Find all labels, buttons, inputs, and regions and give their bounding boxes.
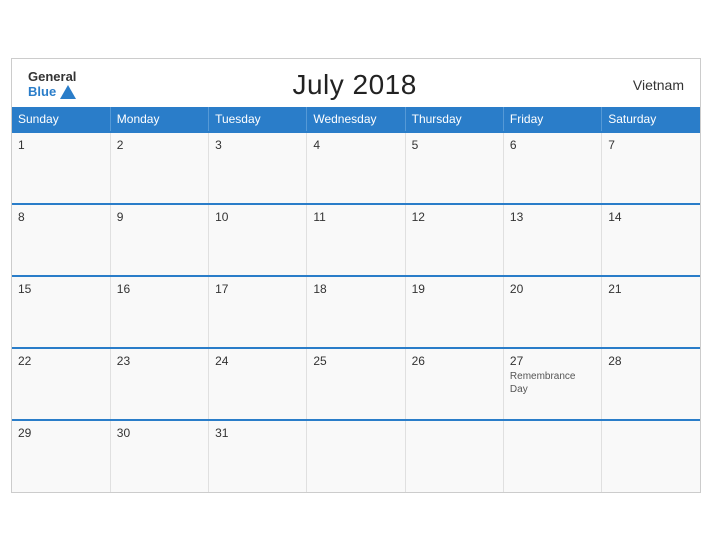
calendar-cell: 27 Remembrance Day [503, 348, 601, 420]
calendar-cell: 29 [12, 420, 110, 492]
day-number: 15 [18, 282, 104, 296]
holiday-label: Remembrance Day [510, 370, 595, 396]
calendar-cell: 21 [602, 276, 700, 348]
calendar-cell: 20 [503, 276, 601, 348]
calendar-week-row: 89 10 11 12 13 14 [12, 204, 700, 276]
day-number: 13 [510, 210, 595, 224]
calendar-title: July 2018 [292, 69, 416, 101]
calendar-cell: 4 [307, 132, 405, 204]
day-number: 8 [18, 210, 104, 224]
day-header-monday: Monday [110, 107, 208, 132]
calendar-cell: 25 [307, 348, 405, 420]
calendar-cell: 8 [12, 204, 110, 276]
calendar-cell: 31 [209, 420, 307, 492]
day-number: 4 [313, 138, 398, 152]
day-number: 12 [412, 210, 497, 224]
day-number: 28 [608, 354, 694, 368]
day-number: 29 [18, 426, 104, 440]
calendar-cell: 2 [110, 132, 208, 204]
day-number: 11 [313, 210, 398, 224]
calendar-cell: 26 [405, 348, 503, 420]
calendar-cell: 16 [110, 276, 208, 348]
calendar-week-row: 29 30 31 [12, 420, 700, 492]
calendar-cell: 23 [110, 348, 208, 420]
calendar-cell: 9 [110, 204, 208, 276]
day-number: 7 [608, 138, 694, 152]
calendar-cell: 14 [602, 204, 700, 276]
logo-triangle-icon [60, 85, 76, 99]
day-number: 14 [608, 210, 694, 224]
calendar-cell: 1 [12, 132, 110, 204]
calendar-cell: 24 [209, 348, 307, 420]
day-number: 18 [313, 282, 398, 296]
day-number: 31 [215, 426, 300, 440]
day-number: 24 [215, 354, 300, 368]
calendar-cell [307, 420, 405, 492]
calendar-cell: 13 [503, 204, 601, 276]
day-header-tuesday: Tuesday [209, 107, 307, 132]
day-number: 22 [18, 354, 104, 368]
day-number: 3 [215, 138, 300, 152]
calendar-header: General Blue July 2018 Vietnam [12, 59, 700, 107]
day-number: 25 [313, 354, 398, 368]
calendar-cell: 30 [110, 420, 208, 492]
day-header-saturday: Saturday [602, 107, 700, 132]
calendar-cell: 19 [405, 276, 503, 348]
calendar-cell: 6 [503, 132, 601, 204]
calendar-week-row: 1234567 [12, 132, 700, 204]
day-number: 16 [117, 282, 202, 296]
day-number: 1 [18, 138, 104, 152]
calendar-cell: 7 [602, 132, 700, 204]
calendar-week-row: 15 16 17 18 19 20 21 [12, 276, 700, 348]
day-header-wednesday: Wednesday [307, 107, 405, 132]
day-number: 27 [510, 354, 595, 368]
logo-blue-text: Blue [28, 85, 56, 99]
day-number: 6 [510, 138, 595, 152]
day-number: 9 [117, 210, 202, 224]
calendar-cell: 12 [405, 204, 503, 276]
day-number: 2 [117, 138, 202, 152]
calendar-cell: 11 [307, 204, 405, 276]
calendar-cell [503, 420, 601, 492]
calendar-cell: 10 [209, 204, 307, 276]
calendar-cell: 3 [209, 132, 307, 204]
logo-general-text: General [28, 70, 76, 84]
day-header-friday: Friday [503, 107, 601, 132]
logo: General Blue [28, 70, 76, 99]
day-number: 26 [412, 354, 497, 368]
calendar-grid: SundayMondayTuesdayWednesdayThursdayFrid… [12, 107, 700, 492]
day-number: 19 [412, 282, 497, 296]
day-header-sunday: Sunday [12, 107, 110, 132]
day-number: 17 [215, 282, 300, 296]
day-number: 30 [117, 426, 202, 440]
day-number: 23 [117, 354, 202, 368]
calendar-container: General Blue July 2018 Vietnam SundayMon… [11, 58, 701, 493]
days-header-row: SundayMondayTuesdayWednesdayThursdayFrid… [12, 107, 700, 132]
calendar-cell: 28 [602, 348, 700, 420]
day-header-thursday: Thursday [405, 107, 503, 132]
calendar-cell: 18 [307, 276, 405, 348]
calendar-country: Vietnam [633, 77, 684, 93]
calendar-cell: 22 [12, 348, 110, 420]
calendar-cell: 15 [12, 276, 110, 348]
calendar-cell [602, 420, 700, 492]
calendar-week-row: 22 23 24 25 26 27 Remembrance Day 28 [12, 348, 700, 420]
day-number: 5 [412, 138, 497, 152]
calendar-cell: 17 [209, 276, 307, 348]
day-number: 10 [215, 210, 300, 224]
day-number: 20 [510, 282, 595, 296]
day-number: 21 [608, 282, 694, 296]
calendar-cell: 5 [405, 132, 503, 204]
calendar-cell [405, 420, 503, 492]
